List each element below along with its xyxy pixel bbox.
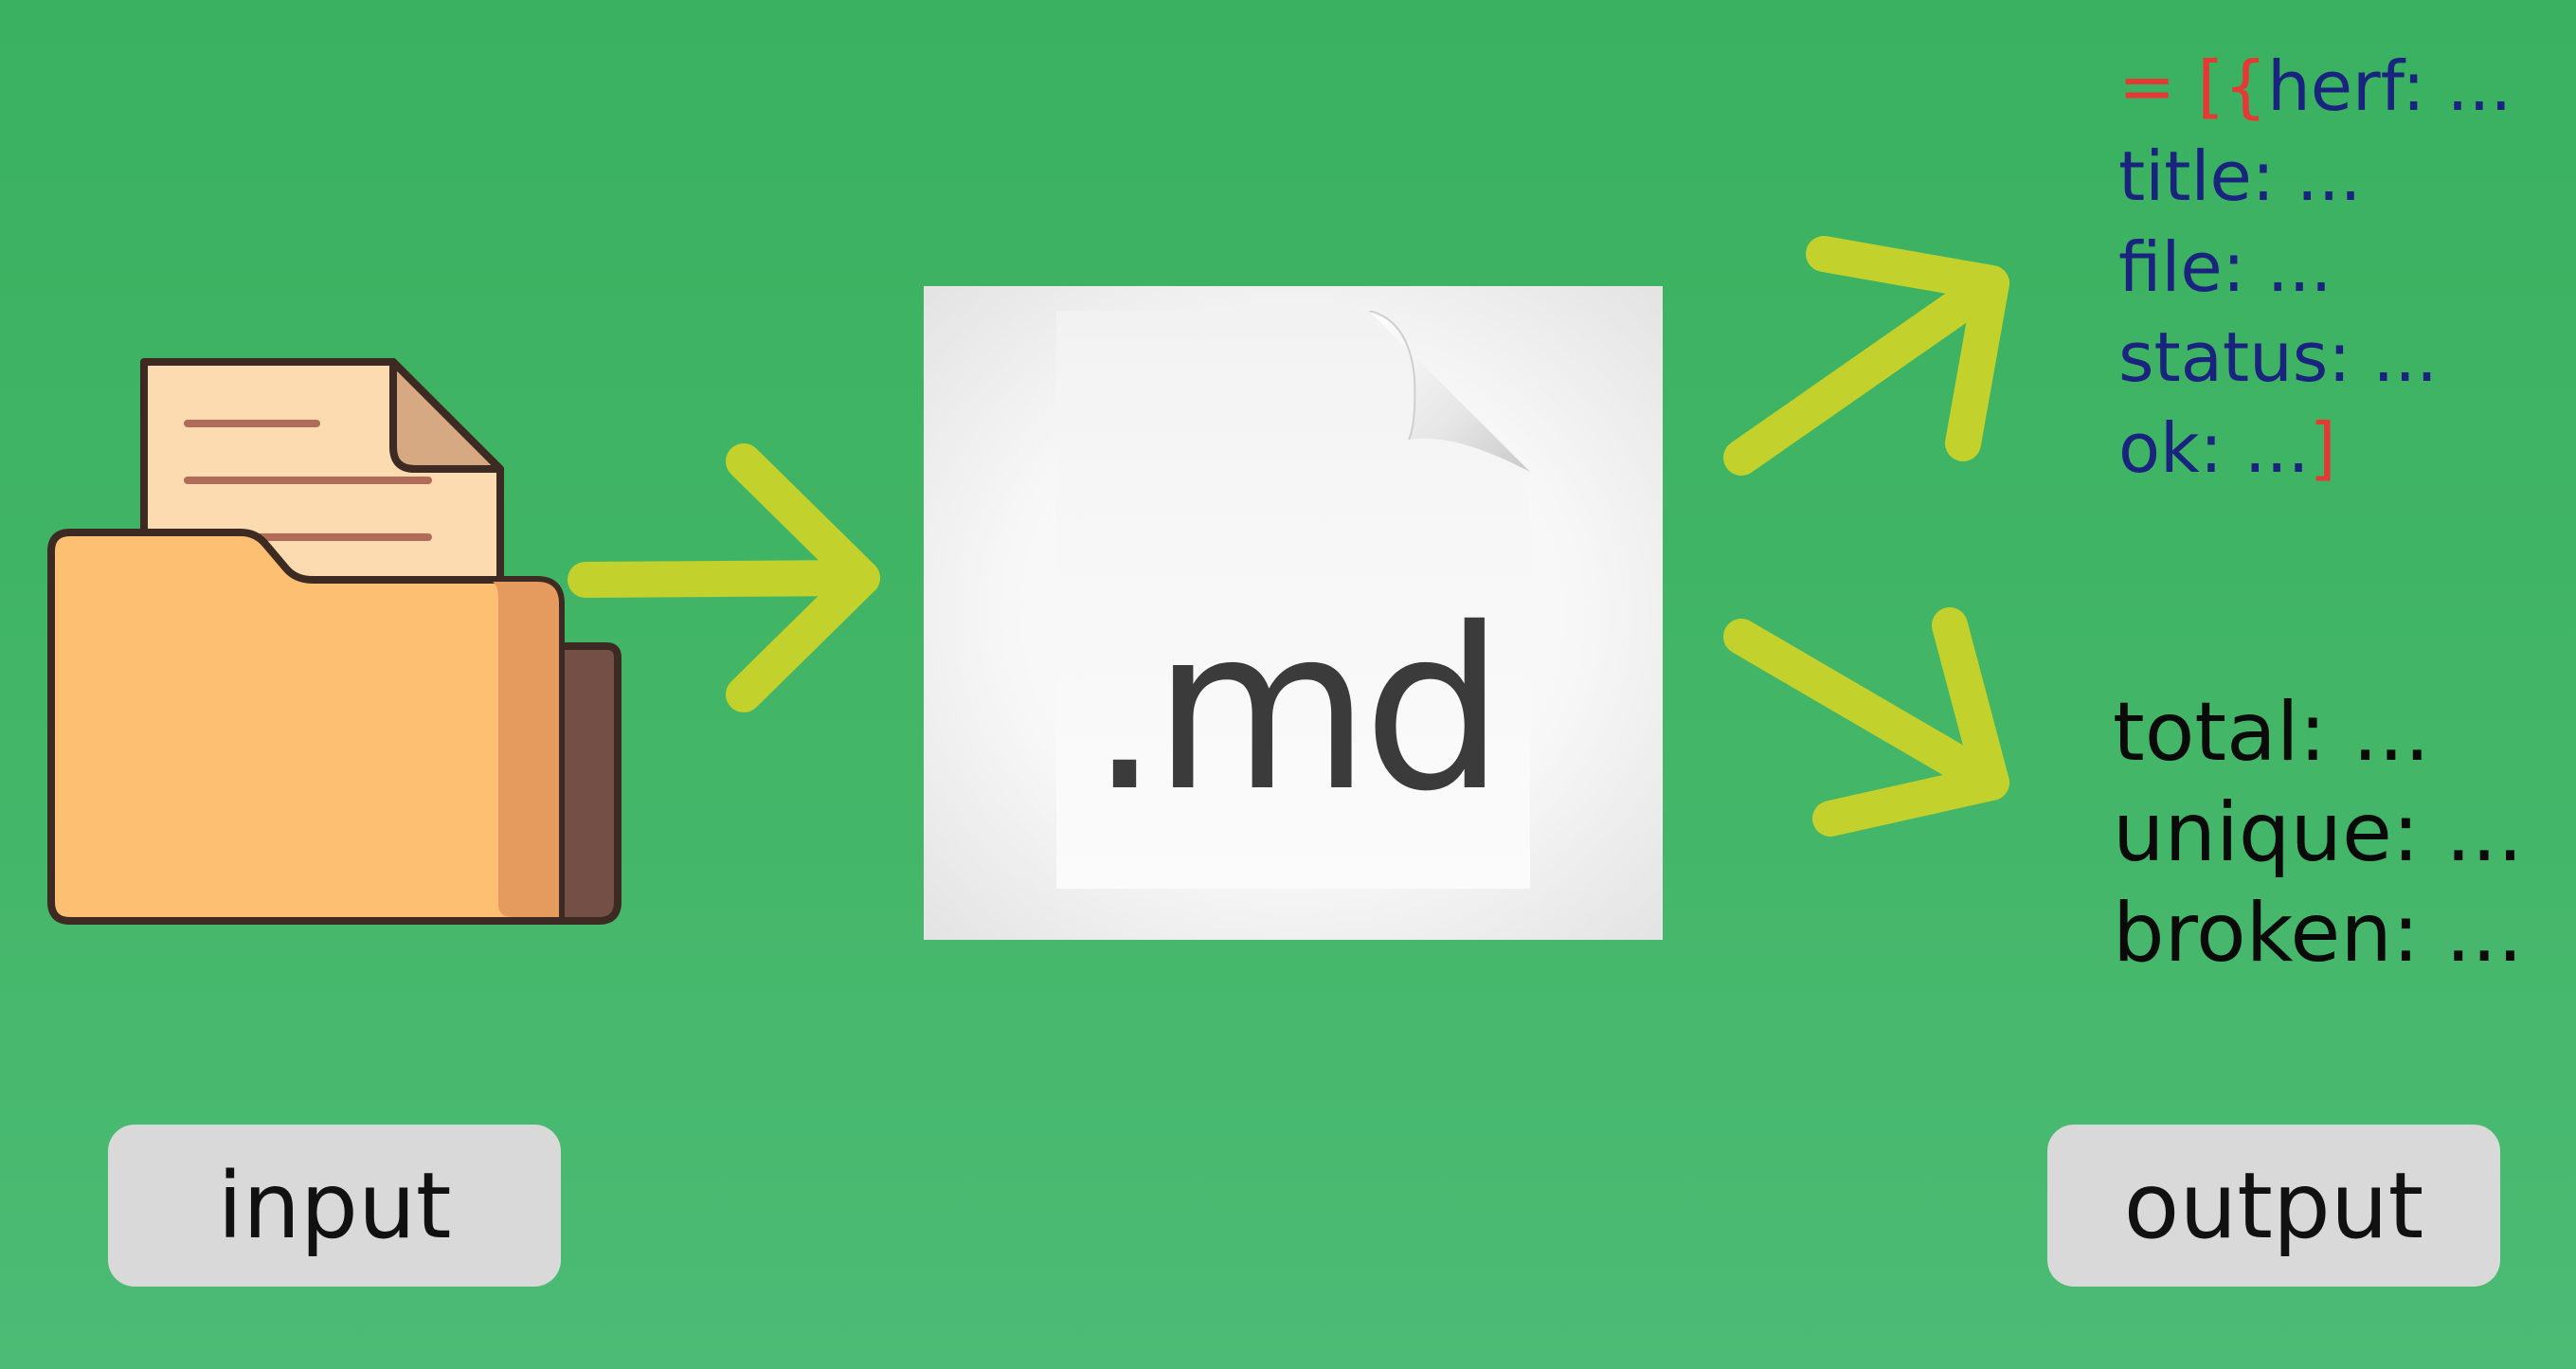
diagram-canvas: .md = [{herf: ... title: ... file: ... s… [0,0,2576,1369]
folder-icon [47,358,621,925]
stat-unique: unique: ... [2113,785,2524,880]
markdown-file-panel: .md [924,286,1663,940]
input-label: input [108,1125,561,1287]
stat-broken: broken: ... [2113,886,2524,981]
field-file: file: ... [2118,227,2333,307]
arrow-doc-to-array-head [1806,236,2009,461]
array-close-bracket: ] [2309,408,2336,488]
field-title: title: ... [2118,136,2362,216]
field-herf: herf: ... [2267,46,2513,126]
stat-total: total: ... [2113,685,2430,780]
arrow-doc-to-array [1723,265,2009,476]
arrow-doc-to-stats [1723,619,2009,801]
array-open-bracket: = [{ [2118,46,2268,126]
field-status: status: ... [2118,317,2439,397]
arrow-doc-to-stats-head [1812,607,2009,837]
field-ok: ok: ... [2118,408,2310,488]
output-label: output [2047,1125,2500,1287]
arrow-input-to-doc-head [726,443,880,712]
array-close-line: ok: ...] [2118,414,2336,482]
array-open-line: = [{herf: ... [2118,52,2512,120]
file-extension-label: .md [1089,580,1505,840]
